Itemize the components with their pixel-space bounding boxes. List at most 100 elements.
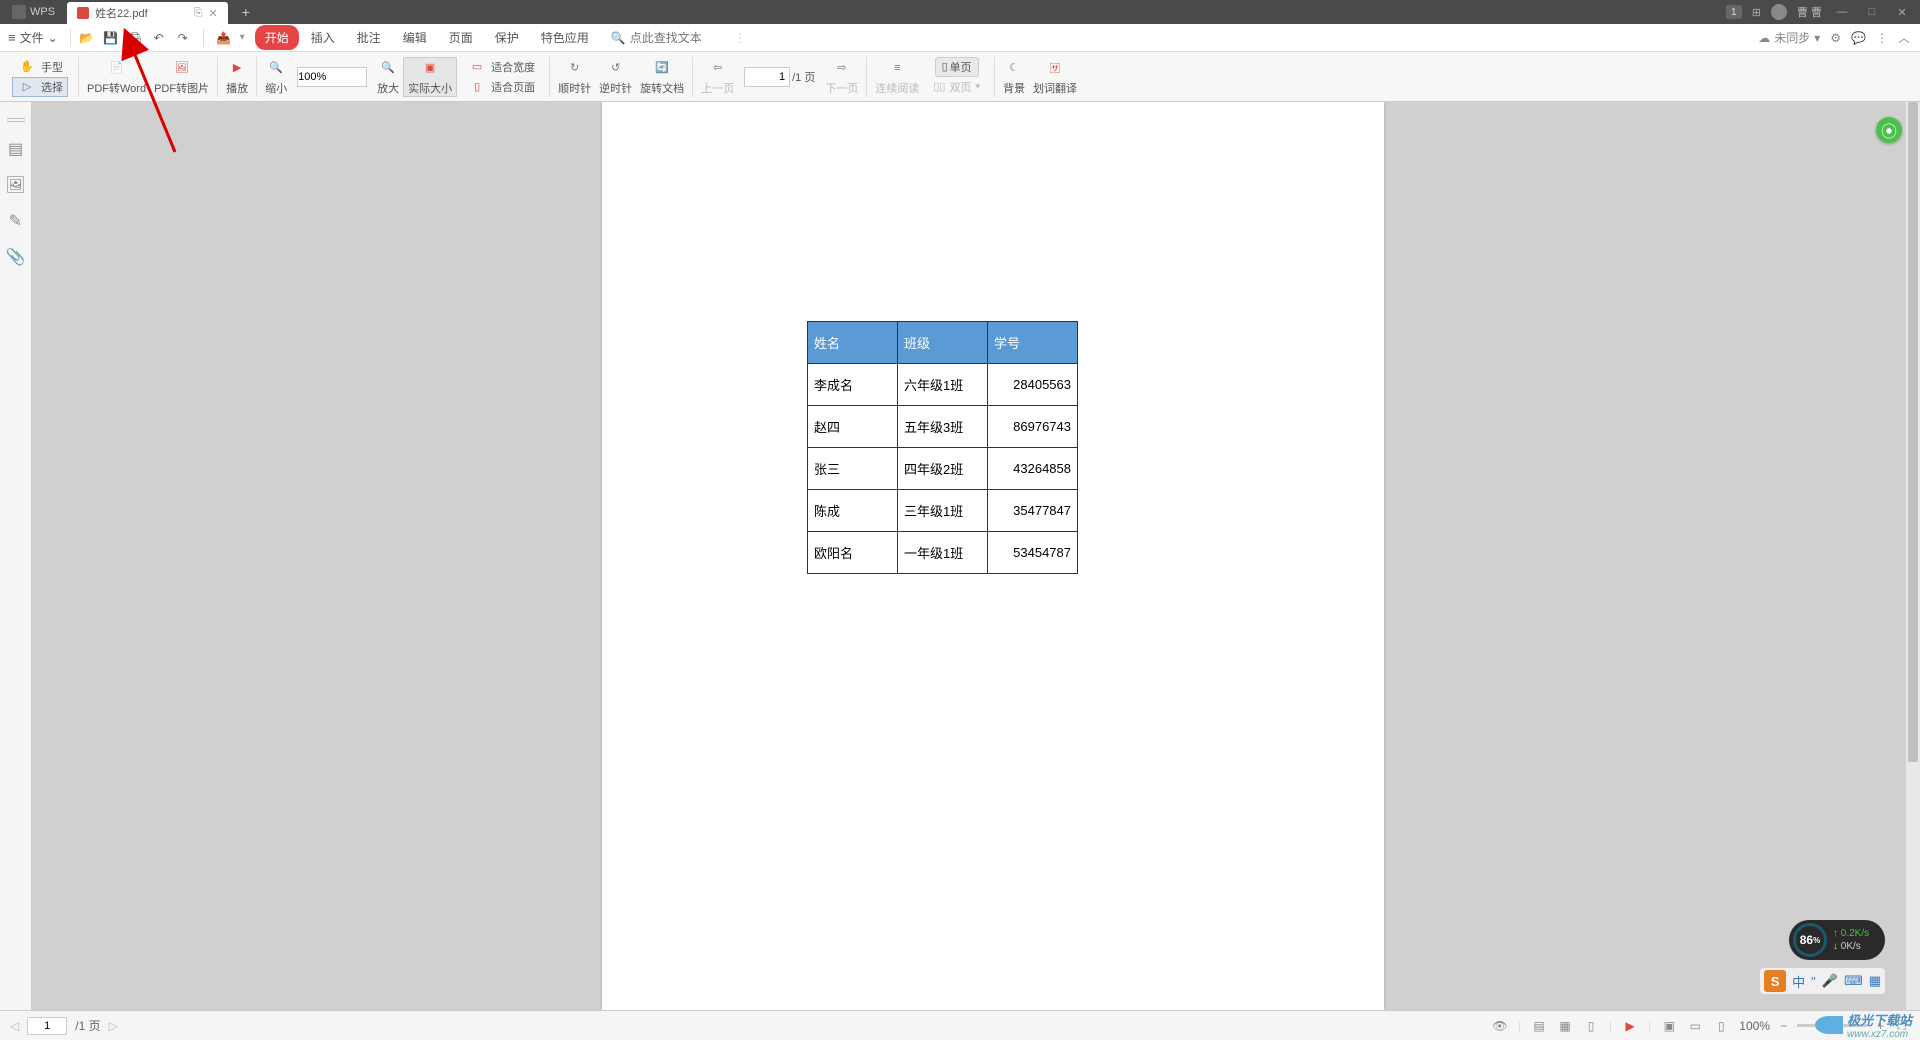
view-mode-1-icon[interactable]: ▤ [1531, 1018, 1547, 1034]
table-header: 学号 [988, 322, 1078, 364]
open-icon[interactable]: 📂 [79, 30, 95, 46]
table-header: 姓名 [808, 322, 898, 364]
performance-widget[interactable]: 86% ↑ 0.2K/s ↓ 0K/s [1789, 920, 1885, 960]
rotate-ccw-icon: ↺ [606, 58, 626, 78]
zoom-in-button[interactable]: 🔍放大 [373, 58, 403, 96]
search-input[interactable] [630, 31, 730, 45]
collapse-ribbon-icon[interactable]: ︿ [1898, 29, 1910, 46]
actual-size-button[interactable]: ▣实际大小 [403, 57, 457, 97]
document-tab[interactable]: 姓名22.pdf ⎘ ✕ [67, 2, 228, 24]
zoom-out-icon: 🔍 [266, 58, 286, 78]
undo-icon[interactable]: ↶ [151, 30, 167, 46]
status-next-icon[interactable]: ▷ [109, 1019, 118, 1033]
table-row: 陈成三年级1班35477847 [808, 490, 1078, 532]
ime-mic-icon[interactable]: 🎤 [1822, 973, 1838, 989]
double-page-button[interactable]: ▯▯双页▾ [929, 77, 984, 97]
print-icon[interactable]: 🖨 [127, 30, 143, 46]
tab-page[interactable]: 页面 [439, 25, 483, 50]
tab-insert[interactable]: 插入 [301, 25, 345, 50]
fit-page-button[interactable]: ▯适合页面 [463, 77, 539, 97]
tab-start[interactable]: 开始 [255, 25, 299, 50]
ime-keyboard-icon[interactable]: ⌨ [1844, 973, 1863, 989]
sync-status[interactable]: ☁ 未同步 ▾ [1758, 29, 1820, 46]
add-tab-button[interactable]: + [228, 4, 264, 20]
eye-icon[interactable]: 👁 [1492, 1018, 1508, 1034]
background-button[interactable]: ☾背景 [999, 58, 1029, 96]
tab-edit[interactable]: 编辑 [393, 25, 437, 50]
export-dropdown-icon[interactable]: ▾ [240, 32, 245, 43]
pdf-to-word-button[interactable]: 📄PDF转Word [83, 58, 150, 96]
apps-icon[interactable]: ⊞ [1752, 6, 1761, 19]
tab-protect[interactable]: 保护 [485, 25, 529, 50]
continuous-icon: ≡ [887, 58, 907, 78]
user-avatar-icon[interactable] [1771, 4, 1787, 20]
tab-close-icon[interactable]: ✕ [208, 7, 217, 20]
menu-bar: ≡ 文件 ⌄ 📂 💾 🖨 ↶ ↷ 📤 ▾ 开始 插入 批注 编辑 页面 保护 特… [0, 24, 1920, 52]
ime-lang[interactable]: 中 [1792, 972, 1805, 991]
thumbnails-icon[interactable]: ▤ [7, 140, 25, 158]
scrollbar-thumb[interactable] [1908, 102, 1918, 762]
pdf-to-image-button[interactable]: 🖼PDF转图片 [150, 58, 213, 96]
prev-page-button[interactable]: ⇦上一页 [697, 58, 738, 96]
search-more-icon[interactable]: ⋮ [734, 31, 746, 45]
single-page-button[interactable]: ▯单页 [935, 57, 979, 77]
ime-logo-icon[interactable]: S [1764, 970, 1786, 992]
word-icon: 📄 [107, 58, 127, 78]
tab-annotate[interactable]: 批注 [347, 25, 391, 50]
translate-button[interactable]: 🈂划词翻译 [1029, 58, 1081, 96]
title-bar: WPS 姓名22.pdf ⎘ ✕ + 1 ⊞ 曹 曹 — □ ✕ [0, 0, 1920, 24]
rotate-doc-button[interactable]: 🔄旋转文档 [636, 58, 688, 96]
actual-size-icon: ▣ [420, 58, 440, 78]
settings-icon[interactable]: ⚙ [1830, 31, 1841, 45]
search-box[interactable]: 🔍 ⋮ [611, 31, 746, 45]
sidebar-handle-icon[interactable] [7, 118, 25, 122]
minimize-button[interactable]: — [1832, 6, 1852, 18]
clockwise-button[interactable]: ↻顺时针 [554, 58, 595, 96]
fit-width-view-icon[interactable]: ▭ [1687, 1018, 1703, 1034]
continuous-read-button[interactable]: ≡连续阅读 [871, 58, 923, 96]
status-page-input[interactable] [27, 1017, 67, 1035]
maximize-button[interactable]: □ [1862, 6, 1882, 18]
ime-grid-icon[interactable]: ▦ [1869, 973, 1881, 989]
zoom-out-status-icon[interactable]: − [1780, 1019, 1787, 1033]
view-mode-3-icon[interactable]: ▯ [1583, 1018, 1599, 1034]
actual-view-icon[interactable]: ▣ [1661, 1018, 1677, 1034]
watermark-logo-icon [1815, 1016, 1843, 1034]
close-window-button[interactable]: ✕ [1892, 6, 1912, 19]
wps-home-tab[interactable]: WPS [0, 5, 67, 19]
ime-toolbar[interactable]: S 中 " 🎤 ⌨ ▦ [1760, 968, 1885, 994]
attachments-icon[interactable]: 📎 [7, 248, 25, 266]
play-button[interactable]: ▶播放 [222, 58, 252, 96]
dropdown-icon: ⌄ [48, 31, 58, 45]
select-tool-button[interactable]: ▷选择 [12, 77, 68, 97]
file-menu[interactable]: ≡ 文件 ⌄ [0, 29, 66, 46]
page-number-input[interactable] [744, 67, 790, 87]
more-icon[interactable]: ⋮ [1876, 31, 1888, 45]
save-icon[interactable]: 💾 [103, 30, 119, 46]
document-canvas[interactable]: 姓名 班级 学号 李成名六年级1班28405563 赵四五年级3班8697674… [32, 102, 1920, 1010]
export-icon[interactable]: 📤 [216, 30, 232, 46]
annotations-icon[interactable]: ✎ [7, 212, 25, 230]
tab-share-icon[interactable]: ⎘ [194, 7, 203, 20]
notification-badge[interactable]: 1 [1726, 5, 1742, 19]
status-prev-icon[interactable]: ◁ [10, 1019, 19, 1033]
view-mode-2-icon[interactable]: ▦ [1557, 1018, 1573, 1034]
user-name[interactable]: 曹 曹 [1797, 4, 1822, 20]
status-play-icon[interactable]: ▶ [1622, 1018, 1638, 1034]
counter-clockwise-button[interactable]: ↺逆时针 [595, 58, 636, 96]
vertical-scrollbar[interactable] [1906, 102, 1920, 1010]
bookmarks-icon[interactable]: 🖼 [7, 176, 25, 194]
tab-features[interactable]: 特色应用 [531, 25, 599, 50]
redo-icon[interactable]: ↷ [175, 30, 191, 46]
assistant-float-button[interactable]: ⦿ [1876, 117, 1902, 143]
watermark-text: 极光下载站 [1847, 1010, 1912, 1029]
hand-icon: ✋ [17, 57, 37, 77]
fit-page-view-icon[interactable]: ▯ [1713, 1018, 1729, 1034]
zoom-select[interactable] [297, 67, 367, 87]
ime-punct-icon[interactable]: " [1811, 974, 1816, 989]
hand-tool-button[interactable]: ✋手型 [13, 57, 67, 77]
zoom-out-button[interactable]: 🔍缩小 [261, 58, 291, 96]
fit-width-button[interactable]: ▭适合宽度 [463, 57, 539, 77]
next-page-button[interactable]: ⇨下一页 [821, 58, 862, 96]
feedback-icon[interactable]: 💬 [1851, 31, 1866, 45]
